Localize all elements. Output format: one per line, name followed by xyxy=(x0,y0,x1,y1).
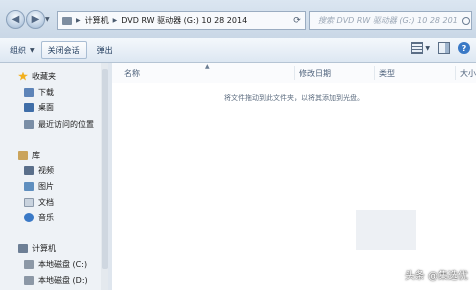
preview-pane-icon[interactable] xyxy=(438,42,450,54)
refresh-icon: ⟳ xyxy=(293,15,301,26)
download-folder-icon xyxy=(24,87,34,97)
picture-library-icon xyxy=(24,181,34,191)
help-icon[interactable]: ? xyxy=(458,42,470,54)
back-button[interactable]: ◀ xyxy=(6,10,25,29)
breadcrumb-computer[interactable]: 计算机 xyxy=(85,15,109,26)
organize-button[interactable]: 组织 ▼ xyxy=(10,42,35,58)
recent-places-icon xyxy=(24,119,34,129)
chevron-down-icon: ▼ xyxy=(30,46,35,54)
nav-item-desktop[interactable]: 桌面 xyxy=(24,100,54,114)
forward-button[interactable]: ▶ xyxy=(26,10,45,29)
column-date-modified[interactable]: 修改日期 xyxy=(299,68,331,79)
breadcrumb-separator-icon[interactable]: ▶ xyxy=(113,17,118,24)
nav-item-downloads[interactable]: 下载 xyxy=(24,85,54,99)
recent-pages-dropdown-icon[interactable]: ▼ xyxy=(45,16,50,23)
nav-item-pictures[interactable]: 图片 xyxy=(24,179,54,193)
back-arrow-icon: ◀ xyxy=(11,14,20,25)
nav-item-local-disk-d[interactable]: 本地磁盘 (D:) xyxy=(24,273,88,287)
sort-arrow-icon: ▲ xyxy=(205,63,210,70)
column-header-row: ▲ 名称 修改日期 类型 大小 xyxy=(112,63,476,83)
close-session-button[interactable]: 关闭会话 xyxy=(40,41,87,59)
breadcrumb-dvd-drive[interactable]: DVD RW 驱动器 (G:) 10 28 2014 xyxy=(121,15,247,26)
nav-computer[interactable]: 计算机 xyxy=(18,241,56,255)
address-box[interactable]: ▶ 计算机 ▶ DVD RW 驱动器 (G:) 10 28 2014 xyxy=(57,11,306,30)
search-icon[interactable] xyxy=(462,16,470,25)
search-box[interactable] xyxy=(309,11,472,30)
desktop-icon xyxy=(24,102,34,112)
navigation-pane: 收藏夹 下载 桌面 最近访问的位置 库 视频 图片 文档 音乐 计算机 本地磁盘… xyxy=(0,63,108,290)
breadcrumb-separator-icon[interactable]: ▶ xyxy=(76,17,81,24)
hard-drive-icon xyxy=(24,275,34,285)
nav-item-recent-places[interactable]: 最近访问的位置 xyxy=(24,117,94,131)
library-icon xyxy=(18,150,28,160)
music-library-icon xyxy=(24,212,34,222)
change-view-icon[interactable] xyxy=(411,42,424,54)
address-bar-area: ◀ ▶ ▼ ▶ 计算机 ▶ DVD RW 驱动器 (G:) 10 28 2014… xyxy=(0,0,476,38)
watermark-text: 头条 @集选优 xyxy=(404,271,468,282)
empty-folder-message: 将文件拖动到此文件夹，以将其添加到光盘。 xyxy=(224,94,364,102)
column-divider[interactable] xyxy=(374,66,375,80)
star-icon xyxy=(18,71,28,81)
command-bar: 组织 ▼ 关闭会话 弹出 ▼ ? xyxy=(0,38,476,63)
organize-label: 组织 xyxy=(10,45,26,55)
eject-label: 弹出 xyxy=(96,45,113,55)
close-session-label: 关闭会话 xyxy=(47,45,80,55)
view-options-chevron-icon[interactable]: ▼ xyxy=(425,45,430,52)
file-list[interactable]: ▲ 名称 修改日期 类型 大小 将文件拖动到此文件夹，以将其添加到光盘。 xyxy=(112,63,476,290)
video-library-icon xyxy=(24,165,34,175)
drive-icon xyxy=(62,16,72,25)
column-size[interactable]: 大小 xyxy=(460,68,476,79)
column-name[interactable]: 名称 xyxy=(124,68,140,79)
nav-item-music[interactable]: 音乐 xyxy=(24,210,54,224)
eject-button[interactable]: 弹出 xyxy=(97,42,113,58)
nav-favorites[interactable]: 收藏夹 xyxy=(18,69,56,83)
nav-libraries[interactable]: 库 xyxy=(18,148,40,162)
column-divider[interactable] xyxy=(294,66,295,80)
nav-item-local-disk-c[interactable]: 本地磁盘 (C:) xyxy=(24,257,87,271)
forward-arrow-icon: ▶ xyxy=(31,14,40,25)
nav-item-documents[interactable]: 文档 xyxy=(24,195,54,209)
column-divider[interactable] xyxy=(455,66,456,80)
search-input[interactable] xyxy=(316,15,460,26)
watermark-smudge xyxy=(356,210,416,250)
column-type[interactable]: 类型 xyxy=(379,68,395,79)
document-library-icon xyxy=(24,197,34,207)
nav-item-videos[interactable]: 视频 xyxy=(24,163,54,177)
refresh-button[interactable]: ⟳ xyxy=(289,11,305,30)
computer-icon xyxy=(18,243,28,253)
hard-drive-icon xyxy=(24,259,34,269)
